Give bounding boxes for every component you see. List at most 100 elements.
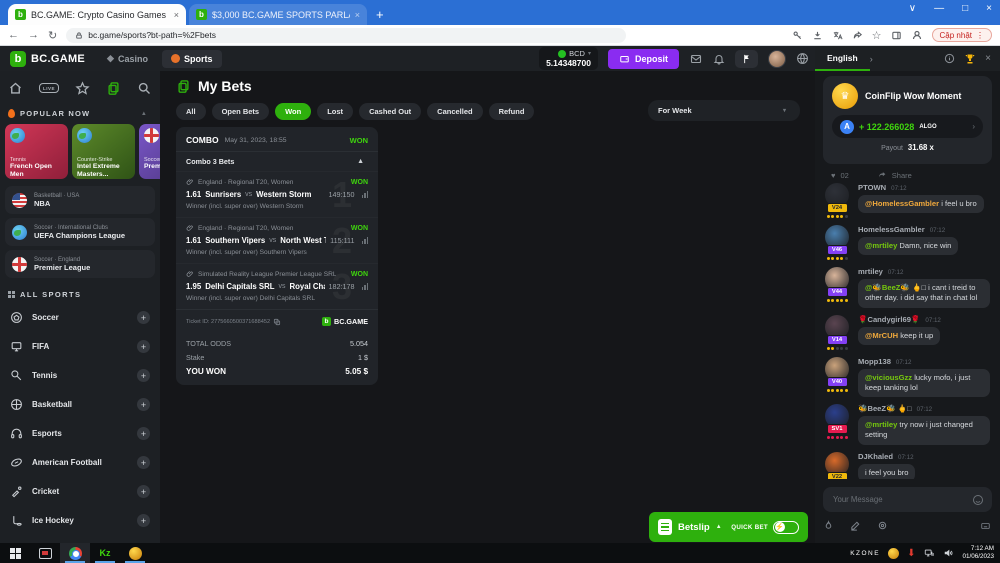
keyboard-icon[interactable] xyxy=(979,521,992,531)
home-icon[interactable] xyxy=(8,81,23,96)
collapse-caret-icon[interactable]: ▲ xyxy=(357,158,364,165)
close-button[interactable]: × xyxy=(986,3,992,14)
nav-casino[interactable]: ◆ Casino xyxy=(107,53,148,64)
sidebar-sport-tennis[interactable]: Tennis + xyxy=(0,361,160,390)
chat-username[interactable]: PTOWN xyxy=(858,183,886,192)
chat-username[interactable]: DJKhaled xyxy=(858,452,893,461)
sidebar-sport-hockey[interactable]: Ice Hockey + xyxy=(0,506,160,535)
taskbar-coin-app-icon[interactable] xyxy=(120,543,150,563)
expand-plus-button[interactable]: + xyxy=(137,398,150,411)
wallet-balance[interactable]: BCD ▾ 5.14348700 xyxy=(539,47,598,70)
taskbar-app-icon[interactable] xyxy=(30,543,60,563)
filter-tab-cashed-out[interactable]: Cashed Out xyxy=(359,103,421,120)
notifications-bell-icon[interactable] xyxy=(713,53,725,65)
tab-close-icon[interactable]: × xyxy=(174,10,179,20)
inbox-icon[interactable] xyxy=(689,53,703,65)
sidebar-sport-soccer[interactable]: Soccer + xyxy=(0,303,160,332)
expand-plus-button[interactable]: + xyxy=(137,427,150,440)
browser-tab-inactive[interactable]: b $3,000 BC.GAME SPORTS PARLA × xyxy=(189,4,367,25)
browser-tab-active[interactable]: b BC.GAME: Crypto Casino Games × xyxy=(8,4,186,25)
copy-icon[interactable] xyxy=(273,318,281,326)
maximize-button[interactable]: □ xyxy=(962,3,968,14)
tab-search-icon[interactable]: ∨ xyxy=(909,3,916,14)
download-icon[interactable] xyxy=(812,30,823,41)
popular-league-item[interactable]: Soccer · England Premier League xyxy=(5,250,155,278)
share-icon[interactable] xyxy=(852,30,863,41)
taskbar-chrome-icon[interactable] xyxy=(60,543,90,563)
collapse-caret-icon[interactable]: ▲ xyxy=(141,111,148,117)
chat-username[interactable]: 🌹Candygirl69🌹 xyxy=(858,315,920,324)
deposit-button[interactable]: Deposit xyxy=(608,49,679,69)
start-button[interactable] xyxy=(0,543,30,563)
win-amount-pill[interactable]: A + 122.266028 ALGO › xyxy=(832,115,983,138)
popular-league-item[interactable]: Basketball · USA NBA xyxy=(5,186,155,214)
user-avatar[interactable] xyxy=(768,50,786,68)
network-icon[interactable] xyxy=(923,548,935,558)
chat-mention[interactable]: @🐝BeeZ🐝 xyxy=(865,283,912,292)
taskbar-clock[interactable]: 7:12 AM 01/06/2023 xyxy=(962,545,994,562)
chat-username[interactable]: Mopp138 xyxy=(858,357,891,366)
translate-icon[interactable] xyxy=(832,30,843,41)
sidebar-sport-cricket[interactable]: Cricket + xyxy=(0,477,160,506)
trophy-icon[interactable] xyxy=(964,53,976,65)
bcgame-logo-icon[interactable]: b xyxy=(10,51,26,67)
live-icon[interactable]: LIVE xyxy=(39,83,59,93)
profile-icon[interactable] xyxy=(911,29,923,41)
popular-card[interactable]: Tennis French Open Men xyxy=(5,124,68,179)
sidebar-sport-fifa[interactable]: FIFA + xyxy=(0,332,160,361)
menu-dots-icon[interactable]: ⋮ xyxy=(976,31,984,40)
tab-close-icon[interactable]: × xyxy=(355,10,360,20)
betslip-bar[interactable]: Betslip ▲ QUICK BET ⚡ xyxy=(649,512,808,542)
expand-plus-button[interactable]: + xyxy=(137,485,150,498)
reload-button[interactable]: ↻ xyxy=(48,29,57,42)
stats-icon[interactable] xyxy=(362,283,369,290)
address-bar[interactable]: bc.game/sports?bt-path=%2Fbets xyxy=(66,28,626,43)
expand-plus-button[interactable]: + xyxy=(137,340,150,353)
coin-rain-icon[interactable] xyxy=(877,520,888,531)
popular-now-header[interactable]: POPULAR NOW ▲ xyxy=(0,101,160,122)
close-panel-icon[interactable]: × xyxy=(985,53,991,64)
popular-card[interactable]: Counter-Strike Intel Extreme Masters... xyxy=(72,124,135,179)
quick-bet[interactable]: QUICK BET ⚡ xyxy=(731,521,799,534)
chat-username[interactable]: HomelessGambler xyxy=(858,225,925,234)
expand-plus-button[interactable]: + xyxy=(137,456,150,469)
nav-sports[interactable]: Sports xyxy=(162,50,222,68)
back-button[interactable]: ← xyxy=(8,29,19,41)
emoji-icon[interactable] xyxy=(972,494,984,506)
chrome-update-button[interactable]: Cập nhật ⋮ xyxy=(932,28,992,42)
new-tab-button[interactable]: + xyxy=(376,4,384,25)
share-label[interactable]: Share xyxy=(892,171,912,180)
filter-tab-lost[interactable]: Lost xyxy=(317,103,353,120)
sidebar-sport-esports[interactable]: Esports + xyxy=(0,419,160,448)
chat-mention[interactable]: @HomelessGambler xyxy=(865,199,941,208)
language-tab[interactable]: English xyxy=(815,46,870,71)
side-panel-icon[interactable] xyxy=(891,30,902,41)
filter-tab-won[interactable]: Won xyxy=(275,103,311,120)
coinflip-wow-card[interactable]: ♛ CoinFlip Wow Moment A + 122.266028 ALG… xyxy=(823,76,992,164)
combo-summary-row[interactable]: Combo 3 Bets ▲ xyxy=(176,152,378,171)
expand-plus-button[interactable]: + xyxy=(137,369,150,382)
popular-league-item[interactable]: Soccer · International Clubs UEFA Champi… xyxy=(5,218,155,246)
chat-username[interactable]: 🐝BeeZ🐝 🖕□ xyxy=(858,404,912,413)
filter-tab-open-bets[interactable]: Open Bets xyxy=(212,103,270,120)
period-dropdown[interactable]: For Week ▾ xyxy=(648,100,800,121)
expand-plus-button[interactable]: + xyxy=(137,311,150,324)
chat-mention[interactable]: @viciousGzz xyxy=(865,373,914,382)
filter-tab-cancelled[interactable]: Cancelled xyxy=(427,103,482,120)
volume-icon[interactable] xyxy=(943,548,954,558)
share-icon[interactable] xyxy=(877,170,887,180)
expand-plus-button[interactable]: + xyxy=(137,514,150,527)
reactions-icon[interactable] xyxy=(823,520,834,531)
chevron-right-icon[interactable]: › xyxy=(870,54,873,64)
key-icon[interactable] xyxy=(792,30,803,41)
filter-tab-all[interactable]: All xyxy=(176,103,206,120)
bcgame-logo-text[interactable]: BC.GAME xyxy=(31,53,85,65)
info-icon[interactable] xyxy=(944,53,955,64)
tray-coin-icon[interactable] xyxy=(888,548,899,559)
chat-mention[interactable]: @mrtiley xyxy=(865,241,899,250)
stats-icon[interactable] xyxy=(362,237,369,244)
sidebar-sport-football[interactable]: American Football + xyxy=(0,448,160,477)
pen-icon[interactable] xyxy=(850,520,861,531)
minimize-button[interactable]: — xyxy=(934,3,944,14)
tray-download-icon[interactable]: ⬇ xyxy=(907,548,915,559)
